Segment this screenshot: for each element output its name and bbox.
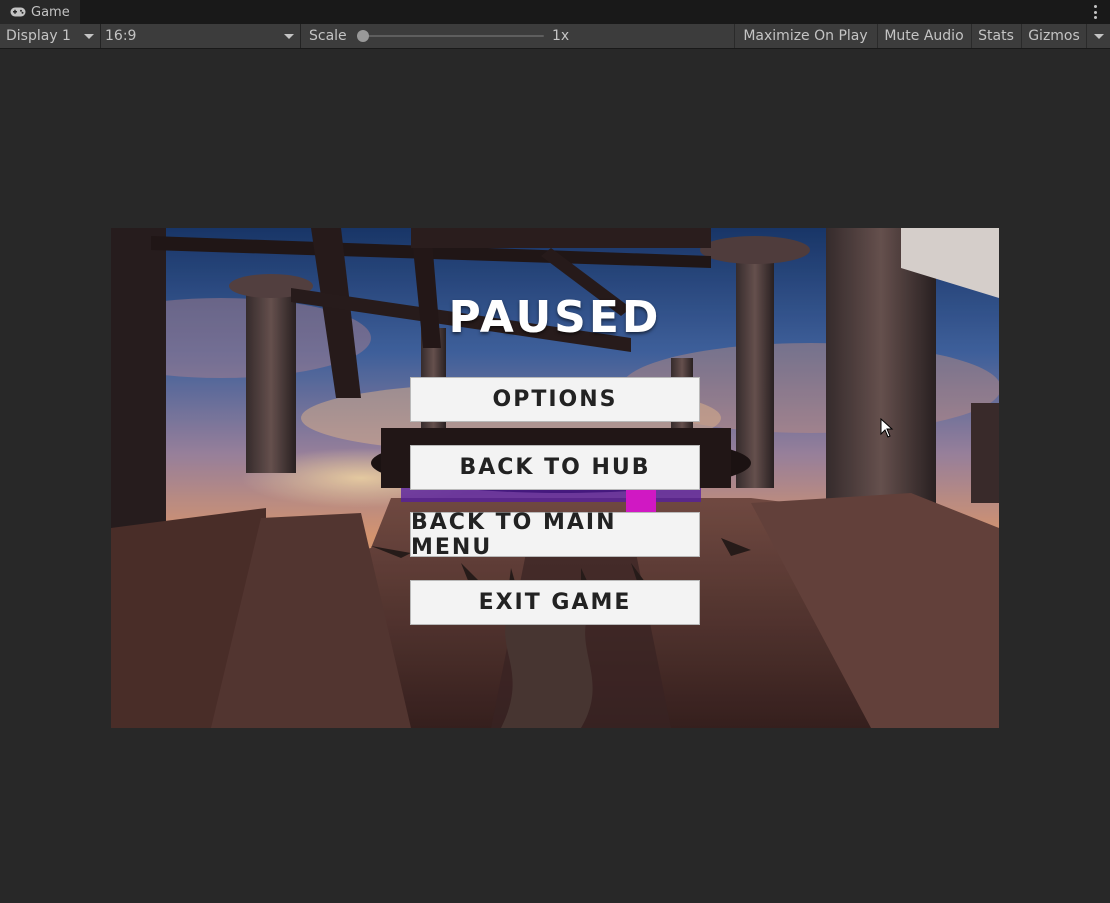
mouse-cursor-icon <box>880 418 894 438</box>
chevron-down-icon <box>84 34 94 39</box>
scale-slider-handle[interactable] <box>357 30 369 42</box>
back-to-hub-button[interactable]: BACK TO HUB <box>410 445 700 490</box>
chevron-down-icon <box>1093 33 1104 39</box>
aspect-ratio-label: 16:9 <box>105 28 137 44</box>
options-button[interactable]: OPTIONS <box>410 377 700 422</box>
game-tab[interactable]: Game <box>0 0 80 24</box>
aspect-ratio-dropdown[interactable]: 16:9 <box>101 24 300 48</box>
game-view-toolbar: Display 1 16:9 Scale 1x Maximize On Play… <box>0 24 1110 49</box>
display-dropdown-label: Display 1 <box>6 28 71 44</box>
toolbar-divider <box>300 24 301 48</box>
editor-tab-bar: Game <box>0 0 1110 24</box>
game-tab-label: Game <box>31 4 70 20</box>
display-dropdown[interactable]: Display 1 <box>0 24 100 48</box>
scale-label: Scale <box>309 28 347 44</box>
scale-value: 1x <box>552 28 570 44</box>
game-viewport[interactable]: PAUSED OPTIONS BACK TO HUB BACK TO MAIN … <box>111 228 999 728</box>
chevron-down-icon <box>284 34 294 39</box>
pause-title: PAUSED <box>448 292 662 343</box>
stats-toggle[interactable]: Stats <box>971 24 1020 48</box>
scale-slider-track[interactable] <box>362 35 544 37</box>
maximize-on-play-toggle[interactable]: Maximize On Play <box>734 24 876 48</box>
kebab-menu-icon[interactable] <box>1092 4 1098 20</box>
mute-audio-toggle[interactable]: Mute Audio <box>877 24 970 48</box>
exit-game-button[interactable]: EXIT GAME <box>410 580 700 625</box>
gizmos-toggle[interactable]: Gizmos <box>1021 24 1086 48</box>
back-to-main-menu-button[interactable]: BACK TO MAIN MENU <box>410 510 700 560</box>
gizmos-dropdown[interactable] <box>1086 24 1110 48</box>
gamepad-icon <box>10 7 26 17</box>
